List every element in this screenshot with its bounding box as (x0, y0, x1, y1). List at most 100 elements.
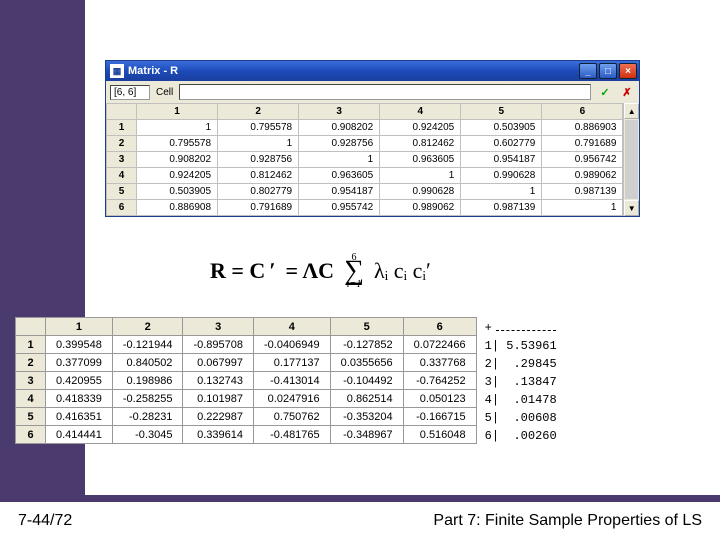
cell: -0.3045 (112, 426, 183, 444)
cell[interactable]: 1 (218, 136, 299, 152)
cell[interactable]: 0.802779 (218, 184, 299, 200)
cell[interactable]: 0.987139 (461, 200, 542, 216)
row-header: 4 (16, 390, 46, 408)
cell: 0.516048 (403, 426, 476, 444)
row-header: 6 (16, 426, 46, 444)
scroll-up-icon[interactable]: ▲ (624, 103, 639, 119)
eigen-row: 2| .29845 (485, 357, 557, 371)
cell: -0.0406949 (253, 336, 330, 354)
col-header[interactable]: 3 (299, 104, 380, 120)
cell[interactable]: 0.795578 (137, 136, 218, 152)
cell[interactable]: 0.886908 (137, 200, 218, 216)
summation: 6 ∑ i=1 (344, 252, 364, 290)
cell[interactable]: 0.963605 (380, 152, 461, 168)
cell[interactable]: 0.812462 (218, 168, 299, 184)
col-header[interactable]: 1 (137, 104, 218, 120)
cell[interactable]: 0.987139 (542, 184, 623, 200)
cell: 0.337768 (403, 354, 476, 372)
eigen-row: 1| 5.53961 (485, 339, 557, 353)
row-header[interactable]: 5 (107, 184, 137, 200)
cell[interactable]: 0.602779 (461, 136, 542, 152)
eigen-row: 6| .00260 (485, 429, 557, 443)
cell: 0.0355656 (330, 354, 403, 372)
cell: 0.101987 (183, 390, 254, 408)
cell[interactable]: 0.791689 (542, 136, 623, 152)
cell[interactable]: 0.908202 (299, 120, 380, 136)
cell[interactable]: 0.990628 (461, 168, 542, 184)
cell[interactable]: 0.503905 (137, 184, 218, 200)
cell[interactable]: 0.990628 (380, 184, 461, 200)
col-header[interactable]: 2 (218, 104, 299, 120)
cell[interactable]: 0.812462 (380, 136, 461, 152)
cell-reference: [6, 6] (110, 85, 150, 100)
cell[interactable]: 1 (461, 184, 542, 200)
page-title: Part 7: Finite Sample Properties of LS (433, 512, 702, 530)
minimize-button[interactable]: _ (579, 63, 597, 79)
cell[interactable]: 0.791689 (218, 200, 299, 216)
eigen-row: 4| .01478 (485, 393, 557, 407)
eigen-divider (496, 330, 556, 331)
cell[interactable]: 1 (299, 152, 380, 168)
cell[interactable]: 1 (542, 200, 623, 216)
cell[interactable]: 0.954187 (299, 184, 380, 200)
vertical-scrollbar[interactable]: ▲ ▼ (623, 103, 639, 216)
col-header[interactable]: 5 (461, 104, 542, 120)
row-header: 5 (16, 408, 46, 426)
cell[interactable]: 0.924205 (137, 168, 218, 184)
col-header: 6 (403, 318, 476, 336)
row-header[interactable]: 4 (107, 168, 137, 184)
cell: 0.198986 (112, 372, 183, 390)
cell: -0.413014 (253, 372, 330, 390)
scroll-down-icon[interactable]: ▼ (624, 200, 639, 216)
equation-term: λᵢ cᵢ cᵢʹ (374, 258, 431, 284)
scroll-thumb[interactable] (625, 120, 638, 199)
titlebar: ▦ Matrix - R _ □ × (106, 61, 639, 81)
row-header[interactable]: 1 (107, 120, 137, 136)
col-header: 4 (253, 318, 330, 336)
cell: 0.067997 (183, 354, 254, 372)
cell[interactable]: 0.956742 (542, 152, 623, 168)
row-header[interactable]: 3 (107, 152, 137, 168)
cell[interactable]: 0.928756 (299, 136, 380, 152)
cell[interactable]: 0.924205 (380, 120, 461, 136)
col-header[interactable]: 6 (542, 104, 623, 120)
cell: 0.222987 (183, 408, 254, 426)
accept-icon[interactable]: ✓ (597, 84, 613, 100)
cell: -0.166715 (403, 408, 476, 426)
cell[interactable]: 0.908202 (137, 152, 218, 168)
cell[interactable]: 0.989062 (380, 200, 461, 216)
col-header: 3 (183, 318, 254, 336)
cell[interactable]: 0.989062 (542, 168, 623, 184)
row-header: 1 (16, 336, 46, 354)
eigen-panel: + 1| 5.53961 2| .29845 3| .13847 4| .014… (485, 317, 557, 445)
page-number: 7-44/72 (18, 512, 72, 530)
cell: 0.840502 (112, 354, 183, 372)
window-buttons: _ □ × (579, 63, 637, 79)
cell: 0.050123 (403, 390, 476, 408)
cell: 0.339614 (183, 426, 254, 444)
row-header: 2 (16, 354, 46, 372)
cell[interactable]: 0.963605 (299, 168, 380, 184)
cell[interactable]: 0.954187 (461, 152, 542, 168)
row-header[interactable]: 6 (107, 200, 137, 216)
cell: 0.416351 (46, 408, 113, 426)
cancel-icon[interactable]: ✗ (619, 84, 635, 100)
col-header[interactable]: 4 (380, 104, 461, 120)
cell[interactable]: 1 (137, 120, 218, 136)
matrix-grid: 1 2 3 4 5 6 110.7955780.9082020.9242050.… (106, 103, 623, 216)
col-header: 1 (46, 318, 113, 336)
maximize-button[interactable]: □ (599, 63, 617, 79)
cell[interactable]: 0.503905 (461, 120, 542, 136)
row-header[interactable]: 2 (107, 136, 137, 152)
cell[interactable]: 0.955742 (299, 200, 380, 216)
cell[interactable]: 0.795578 (218, 120, 299, 136)
cell[interactable]: 1 (380, 168, 461, 184)
equation-lhs: R = C (210, 258, 265, 284)
cell[interactable]: 0.886903 (542, 120, 623, 136)
close-button[interactable]: × (619, 63, 637, 79)
cell[interactable]: 0.928756 (218, 152, 299, 168)
cell: -0.481765 (253, 426, 330, 444)
cell-input[interactable] (179, 84, 591, 100)
second-table-group: 1 2 3 4 5 6 10.399548-0.121944-0.895708-… (15, 317, 557, 445)
col-header: 2 (112, 318, 183, 336)
